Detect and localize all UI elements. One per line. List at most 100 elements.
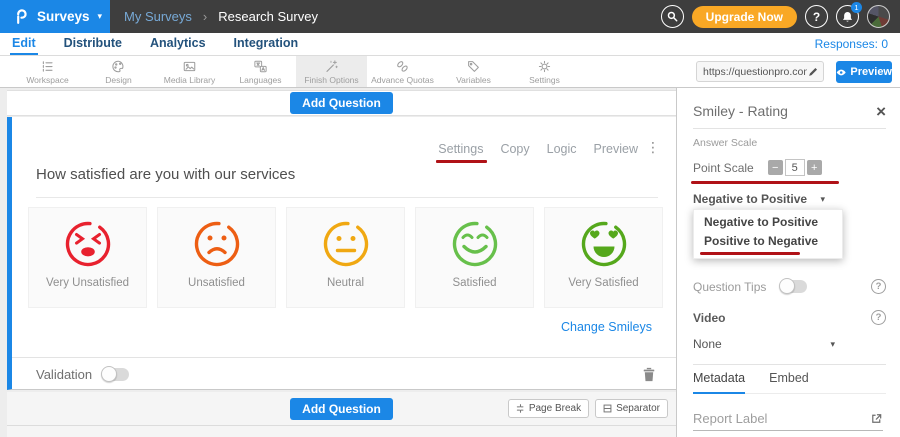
bell-icon [842, 11, 853, 23]
preview-button[interactable]: Preview [836, 61, 892, 83]
survey-url-box[interactable] [696, 61, 824, 82]
user-avatar[interactable] [867, 5, 890, 28]
question-tab-copy[interactable]: Copy [500, 142, 529, 156]
panel-header: Smiley - Rating × [693, 102, 886, 120]
video-help-icon[interactable]: ? [871, 310, 886, 325]
question-tips-row: Question Tips ? [693, 279, 886, 294]
point-scale-stepper: − 5 + [768, 159, 822, 176]
survey-canvas: Add Question Settings Copy Logic Preview… [0, 88, 676, 437]
point-scale-row: Point Scale − 5 + [693, 159, 886, 176]
expand-icon[interactable] [870, 412, 883, 425]
responses-count[interactable]: Responses: 0 [815, 37, 900, 51]
toolbar-media-library[interactable]: Media Library [154, 56, 225, 87]
close-icon[interactable]: × [876, 103, 886, 120]
breadcrumb: My Surveys › Research Survey [124, 9, 318, 24]
question-action-tabs: Settings Copy Logic Preview [438, 142, 638, 156]
search-icon [667, 11, 678, 22]
palette-icon [111, 59, 126, 74]
product-name: Surveys [37, 9, 90, 24]
smiley-option-neutral[interactable]: Neutral [286, 207, 405, 308]
question-title-underline [36, 197, 658, 198]
tab-distribute[interactable]: Distribute [62, 33, 124, 55]
scale-direction-select[interactable]: Negative to Positive ▾ [693, 192, 825, 206]
upgrade-now-button[interactable]: Upgrade Now [692, 6, 797, 28]
option-negative-to-positive[interactable]: Negative to Positive [694, 213, 842, 232]
decrease-button[interactable]: − [768, 160, 783, 175]
toolbar-languages[interactable]: Languages [225, 56, 296, 87]
smiley-option-unsatisfied[interactable]: Unsatisfied [157, 207, 276, 308]
topbar: Surveys ▾ My Surveys › Research Survey U… [0, 0, 900, 33]
delete-question-button[interactable] [642, 366, 656, 382]
smiley-options-row: Very Unsatisfied Unsatisfied [28, 207, 663, 308]
toolbar-variables[interactable]: Variables [438, 56, 509, 87]
notifications-button[interactable]: 1 [836, 5, 859, 28]
separator-icon [603, 404, 612, 413]
breadcrumb-my-surveys[interactable]: My Surveys [124, 9, 192, 24]
point-scale-label: Point Scale [693, 161, 754, 175]
add-question-band-bottom: Add Question Page Break Sepa [7, 392, 676, 437]
survey-url-input[interactable] [703, 66, 807, 78]
question-tab-logic[interactable]: Logic [547, 142, 577, 156]
option-positive-to-negative[interactable]: Positive to Negative [694, 232, 842, 251]
eye-icon [836, 68, 846, 77]
point-scale-annotation-underline [691, 181, 839, 184]
magic-wand-icon [324, 59, 339, 74]
questionpro-logo [13, 8, 29, 25]
panel-divider [693, 128, 886, 129]
increase-button[interactable]: + [807, 160, 822, 175]
toolbar-finish-options[interactable]: Finish Options [296, 56, 367, 87]
add-question-button-top[interactable]: Add Question [290, 92, 393, 114]
notification-badge: 1 [851, 2, 862, 13]
tab-embed[interactable]: Embed [769, 371, 809, 394]
video-label: Video [693, 311, 725, 325]
main-area: Add Question Settings Copy Logic Preview… [0, 88, 900, 437]
question-tab-settings[interactable]: Settings [438, 142, 483, 156]
tab-integration[interactable]: Integration [232, 33, 301, 55]
tab-analytics[interactable]: Analytics [148, 33, 208, 55]
answer-scale-label: Answer Scale [693, 137, 886, 149]
report-label-field [693, 411, 883, 431]
tab-metadata[interactable]: Metadata [693, 371, 745, 394]
chevron-down-icon: ▾ [820, 194, 825, 205]
editor-toolbar: Workspace Design Media Library Languages [0, 56, 900, 88]
search-button[interactable] [661, 5, 684, 28]
neutral-smiley-icon [320, 218, 372, 270]
smiley-option-satisfied[interactable]: Satisfied [415, 207, 534, 308]
report-label-input[interactable] [693, 411, 843, 426]
help-button[interactable]: ? [805, 5, 828, 28]
add-question-button-bottom[interactable]: Add Question [290, 398, 393, 420]
question-tips-toggle[interactable] [780, 280, 807, 293]
add-question-band-top: Add Question [7, 90, 676, 116]
metadata-divider [693, 364, 886, 365]
smiley-option-very-unsatisfied[interactable]: Very Unsatisfied [28, 207, 147, 308]
question-tab-preview[interactable]: Preview [594, 142, 638, 156]
question-tips-help-icon[interactable]: ? [871, 279, 886, 294]
question-title[interactable]: How satisfied are you with our services [36, 166, 295, 183]
question-card: Settings Copy Logic Preview ⋮ How satisf… [7, 117, 676, 390]
workspace-icon [40, 59, 55, 74]
page-tools: Page Break Separator [508, 399, 668, 418]
tab-edit[interactable]: Edit [10, 33, 38, 55]
smiley-option-very-satisfied[interactable]: Very Satisfied [544, 207, 663, 308]
video-select[interactable]: None ▾ [693, 337, 835, 351]
toolbar-workspace[interactable]: Workspace [12, 56, 83, 87]
bottom-actions-row: Add Question Page Break Sepa [7, 392, 676, 426]
breadcrumb-current-survey: Research Survey [218, 9, 318, 24]
kebab-menu-icon[interactable]: ⋮ [646, 139, 660, 156]
toolbar-design[interactable]: Design [83, 56, 154, 87]
product-switcher[interactable]: Surveys ▾ [0, 0, 110, 33]
scale-direction-dropdown: Negative to Positive Positive to Negativ… [693, 209, 843, 259]
page-break-icon [516, 404, 525, 413]
chevron-down-icon: ▾ [98, 12, 103, 21]
video-select-value: None [693, 337, 722, 351]
option-annotation-underline [700, 252, 800, 255]
pencil-icon[interactable] [807, 66, 819, 78]
page-break-button[interactable]: Page Break [508, 399, 589, 418]
toolbar-advance-quotas[interactable]: Advance Quotas [367, 56, 438, 87]
separator-button[interactable]: Separator [595, 399, 668, 418]
breadcrumb-separator-icon: › [203, 9, 207, 24]
toolbar-settings[interactable]: Settings [509, 56, 580, 87]
change-smileys-link[interactable]: Change Smileys [561, 320, 652, 334]
validation-toggle[interactable] [102, 368, 129, 381]
image-icon [182, 59, 197, 74]
